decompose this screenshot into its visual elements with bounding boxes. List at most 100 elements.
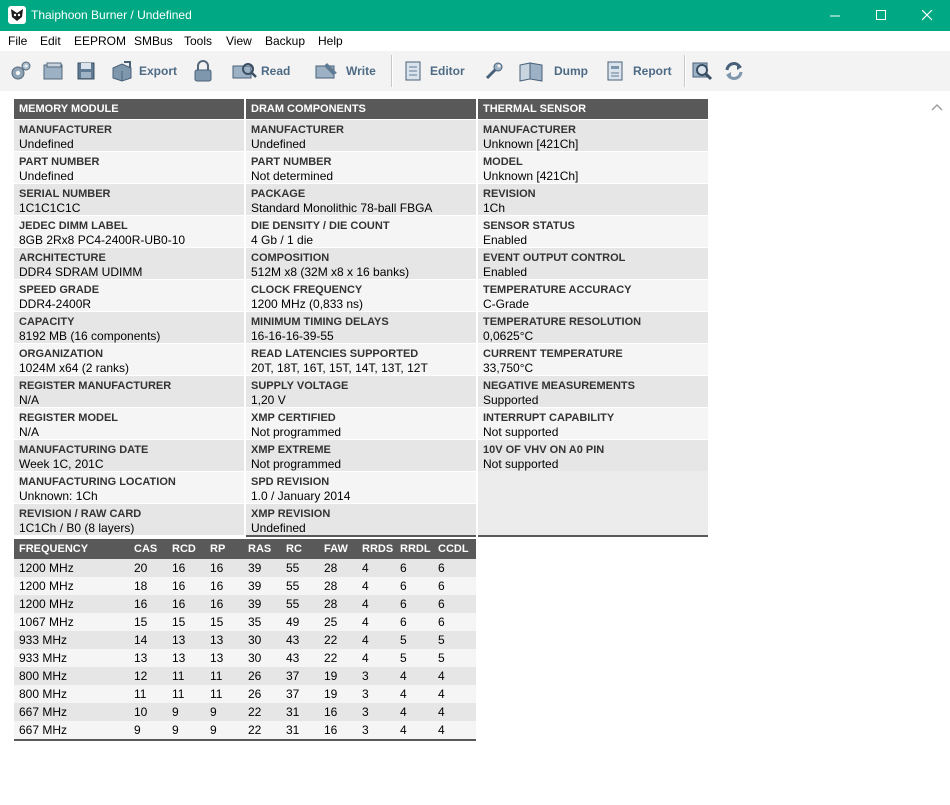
minimize-button[interactable]: [812, 0, 858, 31]
timing-cell: 6: [433, 595, 476, 613]
menu-edit[interactable]: Edit: [40, 34, 61, 48]
editor-label: Editor: [430, 64, 465, 78]
timings-header-row: FREQUENCY CAS RCD RP RAS RC FAW RRDS RRD…: [14, 539, 476, 559]
timing-cell: 30: [243, 649, 281, 667]
spec-row: SPEED GRADE DDR4-2400R: [14, 279, 244, 311]
col-header: CAS: [129, 539, 167, 559]
thermal-sensor-header: THERMAL SENSOR: [478, 99, 708, 119]
spec-value: Enabled: [483, 233, 528, 247]
menu-smbus[interactable]: SMBus: [134, 34, 173, 48]
gears-icon: [11, 61, 31, 80]
timing-cell: 19: [319, 667, 357, 685]
timing-cell: 16: [319, 703, 357, 721]
menu-backup[interactable]: Backup: [265, 34, 305, 48]
spec-key: SUPPLY VOLTAGE: [251, 380, 349, 392]
close-button[interactable]: [904, 0, 950, 31]
col-header: RP: [205, 539, 243, 559]
timings-row: 933 MHz 14 13 13 30 43 22 4 5 5: [14, 631, 476, 649]
spec-row: CURRENT TEMPERATURE 33,750°C: [478, 343, 708, 375]
timing-cell: 4: [357, 577, 395, 595]
timing-cell: 4: [395, 721, 433, 739]
export-label: Export: [139, 64, 178, 78]
report-button[interactable]: Report: [605, 51, 675, 91]
spec-value: 8192 MB (16 components): [19, 329, 161, 343]
spec-key: MANUFACTURING LOCATION: [19, 476, 176, 488]
spec-key: DIE DENSITY / DIE COUNT: [251, 220, 390, 232]
timing-cell: 43: [281, 631, 319, 649]
thermal-sensor-panel: THERMAL SENSOR MANUFACTURER Unknown [421C…: [478, 99, 708, 537]
lock-button[interactable]: [193, 51, 215, 91]
timing-cell: 30: [243, 631, 281, 649]
maximize-button[interactable]: [858, 0, 904, 31]
spec-key: CAPACITY: [19, 316, 75, 328]
timing-cell: 5: [433, 649, 476, 667]
spec-key: CLOCK FREQUENCY: [251, 284, 363, 296]
spec-row: EVENT OUTPUT CONTROL Enabled: [478, 247, 708, 279]
spec-row: MANUFACTURER Unknown [421Ch]: [478, 119, 708, 151]
scroll-up-arrow-icon[interactable]: [931, 103, 943, 111]
toolbar: Export Read Write Editor Dump Report: [0, 51, 950, 91]
timing-cell: 4: [433, 703, 476, 721]
spec-value: 1200 MHz (0,833 ns): [251, 297, 364, 311]
timing-cell: 39: [243, 559, 281, 577]
spec-row: REGISTER MANUFACTURER N/A: [14, 375, 244, 407]
spec-row: REGISTER MODEL N/A: [14, 407, 244, 439]
spec-value: Undefined: [19, 169, 74, 183]
timings-row: 800 MHz 12 11 11 26 37 19 3 4 4: [14, 667, 476, 685]
timing-cell: 9: [129, 721, 167, 739]
menu-tools[interactable]: Tools: [184, 34, 212, 48]
vertical-scrollbar[interactable]: [925, 91, 950, 805]
spec-row: CLOCK FREQUENCY 1200 MHz (0,833 ns): [246, 279, 476, 311]
menu-bar: File Edit EEPROM SMBus Tools View Backup…: [0, 31, 950, 51]
menu-eeprom[interactable]: EEPROM: [74, 34, 126, 48]
col-header: FREQUENCY: [14, 539, 129, 559]
spec-key: SPD REVISION: [251, 476, 330, 488]
timing-cell: 25: [319, 613, 357, 631]
frequency-cell: 933 MHz: [14, 631, 129, 649]
dump-button[interactable]: Dump: [518, 51, 590, 91]
open-button[interactable]: [42, 51, 64, 91]
timing-cell: 15: [167, 613, 205, 631]
search-button[interactable]: [691, 51, 713, 91]
menu-view[interactable]: View: [226, 34, 252, 48]
spec-row: REVISION 1Ch: [478, 183, 708, 215]
timing-cell: 11: [167, 667, 205, 685]
refresh-button[interactable]: [723, 51, 745, 91]
tools-button[interactable]: [483, 51, 505, 91]
window-title: Thaiphoon Burner / Undefined: [31, 8, 192, 22]
refresh-icon: [725, 62, 743, 80]
col-header: RRDS: [357, 539, 395, 559]
spec-key: EVENT OUTPUT CONTROL: [483, 252, 626, 264]
spec-key: MANUFACTURER: [19, 124, 112, 136]
memory-module-header: MEMORY MODULE: [14, 99, 244, 119]
spec-row: TEMPERATURE ACCURACY C-Grade: [478, 279, 708, 311]
frequency-cell: 800 MHz: [14, 667, 129, 685]
spec-key: CURRENT TEMPERATURE: [483, 348, 623, 360]
timing-cell: 22: [319, 631, 357, 649]
timing-cell: 26: [243, 685, 281, 703]
write-button[interactable]: Write: [313, 51, 379, 91]
save-button[interactable]: [75, 51, 97, 91]
spec-row: SPD REVISION 1.0 / January 2014: [246, 471, 476, 503]
spec-value: 4 Gb / 1 die: [251, 233, 314, 247]
maximize-icon: [876, 10, 886, 20]
timing-cell: 11: [205, 685, 243, 703]
timing-cell: 9: [205, 721, 243, 739]
spec-value: Undefined: [251, 137, 306, 151]
read-button[interactable]: Read: [231, 51, 293, 91]
menu-file[interactable]: File: [8, 34, 27, 48]
timing-cell: 16: [205, 559, 243, 577]
menu-help[interactable]: Help: [318, 34, 343, 48]
spec-value: Not programmed: [251, 425, 342, 439]
toolbar-separator: [391, 55, 393, 87]
settings-button[interactable]: [10, 51, 32, 91]
spec-row: NEGATIVE MEASUREMENTS Supported: [478, 375, 708, 407]
timings-row: 1067 MHz 15 15 15 35 49 25 4 6 6: [14, 613, 476, 631]
export-button[interactable]: Export: [110, 51, 180, 91]
spec-key: REGISTER MANUFACTURER: [19, 380, 172, 392]
spec-row: 10V OF VHV ON A0 PIN Not supported: [478, 439, 708, 471]
timing-cell: 16: [129, 595, 167, 613]
editor-button[interactable]: Editor: [403, 51, 467, 91]
frequency-cell: 800 MHz: [14, 685, 129, 703]
spec-key: SERIAL NUMBER: [19, 188, 111, 200]
